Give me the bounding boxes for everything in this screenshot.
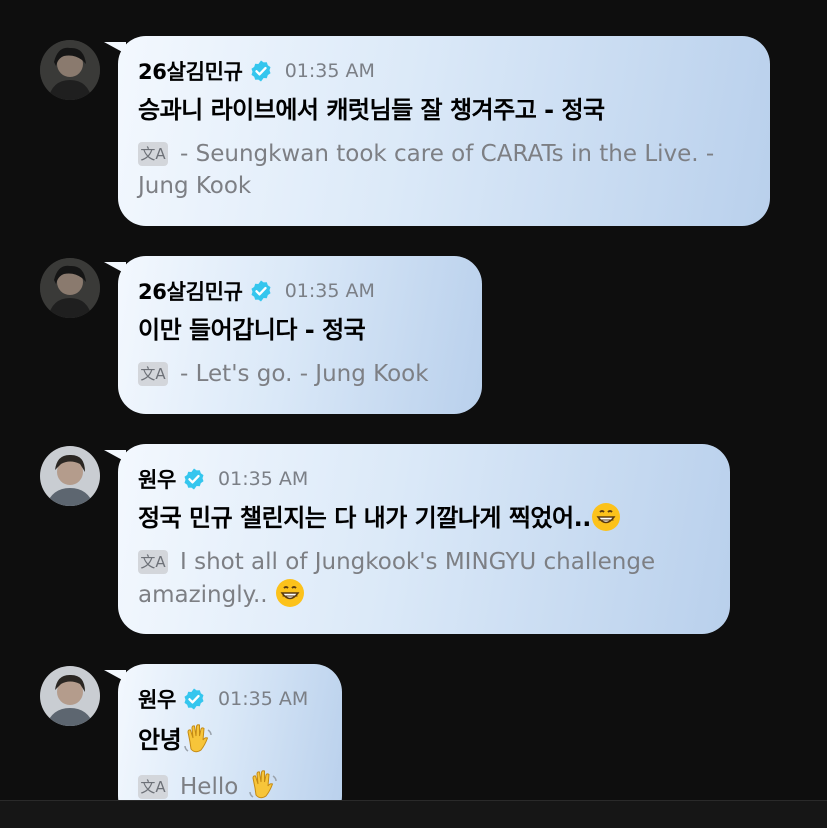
timestamp: 01:35 AM [218, 468, 309, 490]
verified-badge-icon [249, 279, 273, 303]
avatar[interactable] [40, 40, 100, 100]
avatar[interactable] [40, 258, 100, 318]
waving-hand-icon [181, 722, 215, 756]
translate-icon[interactable]: 文A [138, 362, 168, 386]
message-bubble[interactable]: 26살김민규 01:35 AM 이만 들어갑니다 - 정국 文A - Let's … [104, 256, 482, 414]
verified-badge-icon [182, 467, 206, 491]
avatar[interactable] [40, 446, 100, 506]
avatar-photo-icon [40, 40, 100, 100]
translation-content: Hello [180, 774, 239, 800]
message-header: 원우 01:35 AM [138, 686, 322, 712]
message-text: 안녕 [138, 722, 322, 756]
avatar-photo-icon [40, 666, 100, 726]
verified-badge-icon [249, 59, 273, 83]
waving-hand-icon [246, 768, 280, 802]
message-header: 원우 01:35 AM [138, 466, 710, 492]
bottom-bar [0, 800, 827, 828]
translation-text: 文A - Let's go. - Jung Kook [138, 358, 462, 390]
message-header: 26살김민규 01:35 AM [138, 278, 462, 304]
sender-name: 26살김민규 [138, 60, 243, 84]
sender-name: 26살김민규 [138, 280, 243, 304]
avatar-photo-icon [40, 446, 100, 506]
timestamp: 01:35 AM [284, 60, 375, 82]
message-content: 정국 민규 챌린지는 다 내가 기깔나게 찍었어.. [138, 504, 591, 532]
translation-text: 文A I shot all of Jungkook's MINGYU challe… [138, 546, 718, 611]
translate-icon[interactable]: 文A [138, 550, 168, 574]
sender-name: 원우 [138, 688, 177, 712]
grinning-face-icon [591, 502, 621, 532]
message-text: 정국 민규 챌린지는 다 내가 기깔나게 찍었어.. [138, 502, 710, 534]
avatar[interactable] [40, 666, 100, 726]
avatar-photo-icon [40, 258, 100, 318]
sender-name: 원우 [138, 468, 177, 492]
message-text: 이만 들어갑니다 - 정국 [138, 316, 366, 344]
grinning-face-icon [275, 578, 305, 608]
translation-text: 文A Hello [138, 768, 322, 803]
timestamp: 01:35 AM [284, 280, 375, 302]
translation-content: - Let's go. - Jung Kook [180, 361, 429, 387]
translation-content: I shot all of Jungkook's MINGYU challeng… [138, 549, 656, 608]
translate-icon[interactable]: 文A [138, 142, 168, 166]
verified-badge-icon [182, 687, 206, 711]
timestamp: 01:35 AM [218, 688, 309, 710]
message-bubble[interactable]: 26살김민규 01:35 AM 승과니 라이브에서 캐럿님들 잘 챙겨주고 - … [104, 36, 770, 226]
translation-text: 文A - Seungkwan took care of CARATs in the… [138, 138, 758, 202]
translate-icon[interactable]: 文A [138, 775, 168, 799]
message-header: 26살김민규 01:35 AM [138, 58, 750, 84]
message-bubble[interactable]: 원우 01:35 AM 정국 민규 챌린지는 다 내가 기깔나게 찍었어.. 文… [104, 444, 730, 634]
translation-content: - Seungkwan took care of CARATs in the L… [138, 141, 715, 199]
message-content: 안녕 [138, 726, 182, 754]
message-text: 승과니 라이브에서 캐럿님들 잘 챙겨주고 - 정국 [138, 96, 605, 124]
